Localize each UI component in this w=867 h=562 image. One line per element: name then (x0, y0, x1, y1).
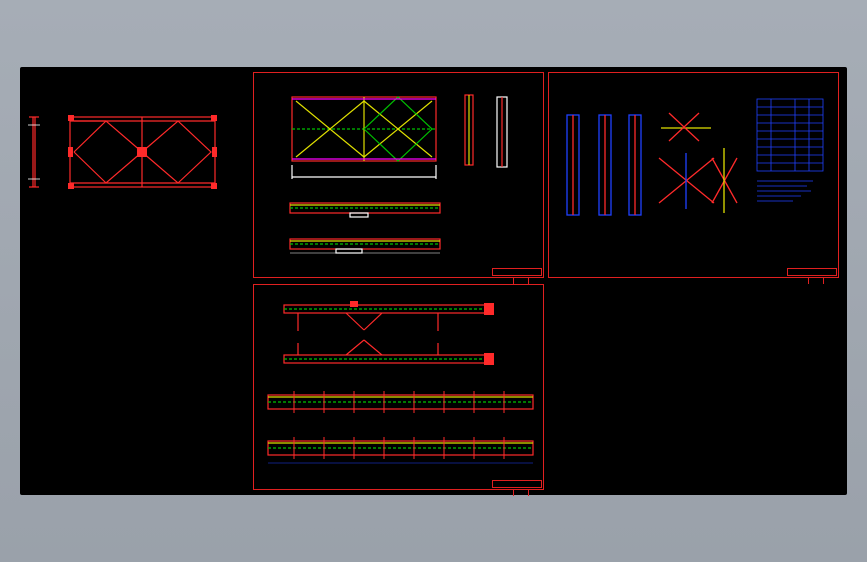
connection-detail-views (566, 98, 824, 216)
cad-model-space[interactable] (20, 67, 847, 496)
sheet-truss-panel-details[interactable] (253, 72, 544, 284)
title-block (492, 480, 542, 496)
parts-table (756, 98, 824, 172)
sheet-connection-details[interactable] (548, 72, 839, 284)
title-block (492, 268, 542, 284)
title-block (787, 268, 837, 284)
chord-assembly-views (267, 301, 534, 464)
truss-panel-elevation (289, 94, 508, 254)
sheet-chord-assembly[interactable] (253, 284, 544, 496)
